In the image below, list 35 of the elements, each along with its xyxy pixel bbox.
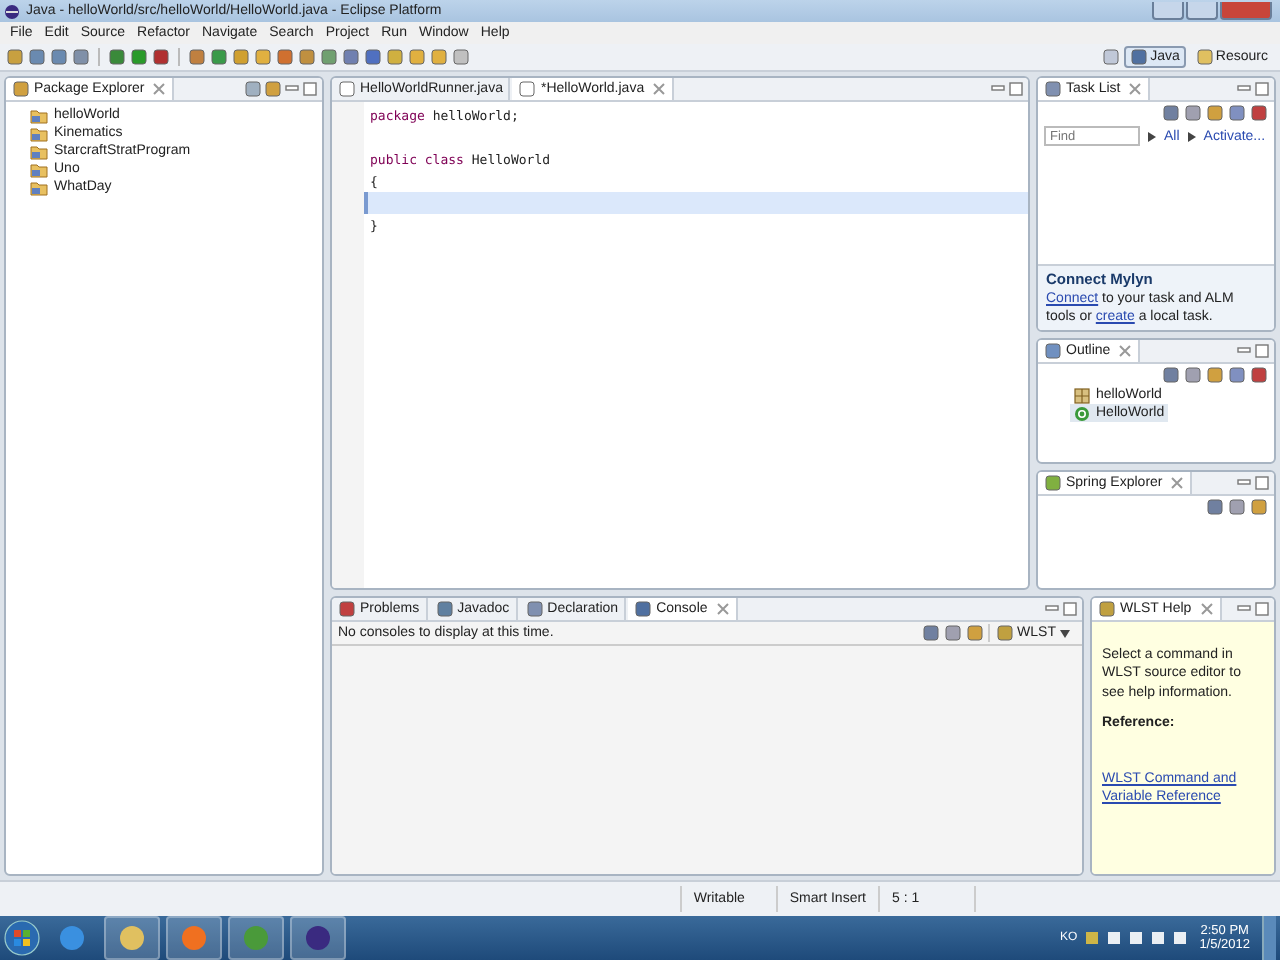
maximize-icon[interactable] xyxy=(1008,82,1024,96)
maximize-button[interactable] xyxy=(1186,2,1218,20)
start-button[interactable] xyxy=(4,920,40,956)
maximize-icon[interactable] xyxy=(1062,602,1078,616)
minimize-icon[interactable] xyxy=(1236,344,1252,358)
minimize-button[interactable] xyxy=(1152,2,1184,20)
close-icon[interactable] xyxy=(715,602,730,616)
view-tab-icon[interactable] xyxy=(435,600,454,618)
minimize-icon[interactable] xyxy=(1236,476,1252,490)
close-icon[interactable] xyxy=(1128,82,1143,96)
taskbar-app-icon[interactable] xyxy=(104,916,160,960)
minimize-icon[interactable] xyxy=(1044,602,1060,616)
close-icon[interactable] xyxy=(1118,344,1133,358)
close-icon[interactable] xyxy=(1199,602,1214,616)
close-icon[interactable] xyxy=(652,82,667,96)
close-icon[interactable] xyxy=(1170,476,1185,490)
minimize-icon[interactable] xyxy=(990,82,1006,96)
minimize-icon[interactable] xyxy=(284,82,300,96)
app-icon xyxy=(4,3,20,19)
taskbar-app-icon[interactable] xyxy=(290,916,346,960)
maximize-icon[interactable] xyxy=(302,82,318,96)
triangle-icon xyxy=(1148,131,1156,141)
view-tab-icon[interactable] xyxy=(634,600,653,618)
minimize-icon[interactable] xyxy=(1236,602,1252,616)
close-icon[interactable] xyxy=(152,82,167,96)
caret-icon xyxy=(1060,629,1070,637)
view-tab-icon[interactable] xyxy=(525,600,544,618)
class-icon xyxy=(1074,405,1090,421)
maximize-icon[interactable] xyxy=(1254,82,1270,96)
maximize-icon[interactable] xyxy=(1254,602,1270,616)
minimize-icon[interactable] xyxy=(1236,82,1252,96)
maximize-icon[interactable] xyxy=(1254,344,1270,358)
view-tab-icon[interactable] xyxy=(338,600,356,618)
triangle-icon xyxy=(1187,131,1196,141)
maximize-icon[interactable] xyxy=(1254,476,1270,490)
